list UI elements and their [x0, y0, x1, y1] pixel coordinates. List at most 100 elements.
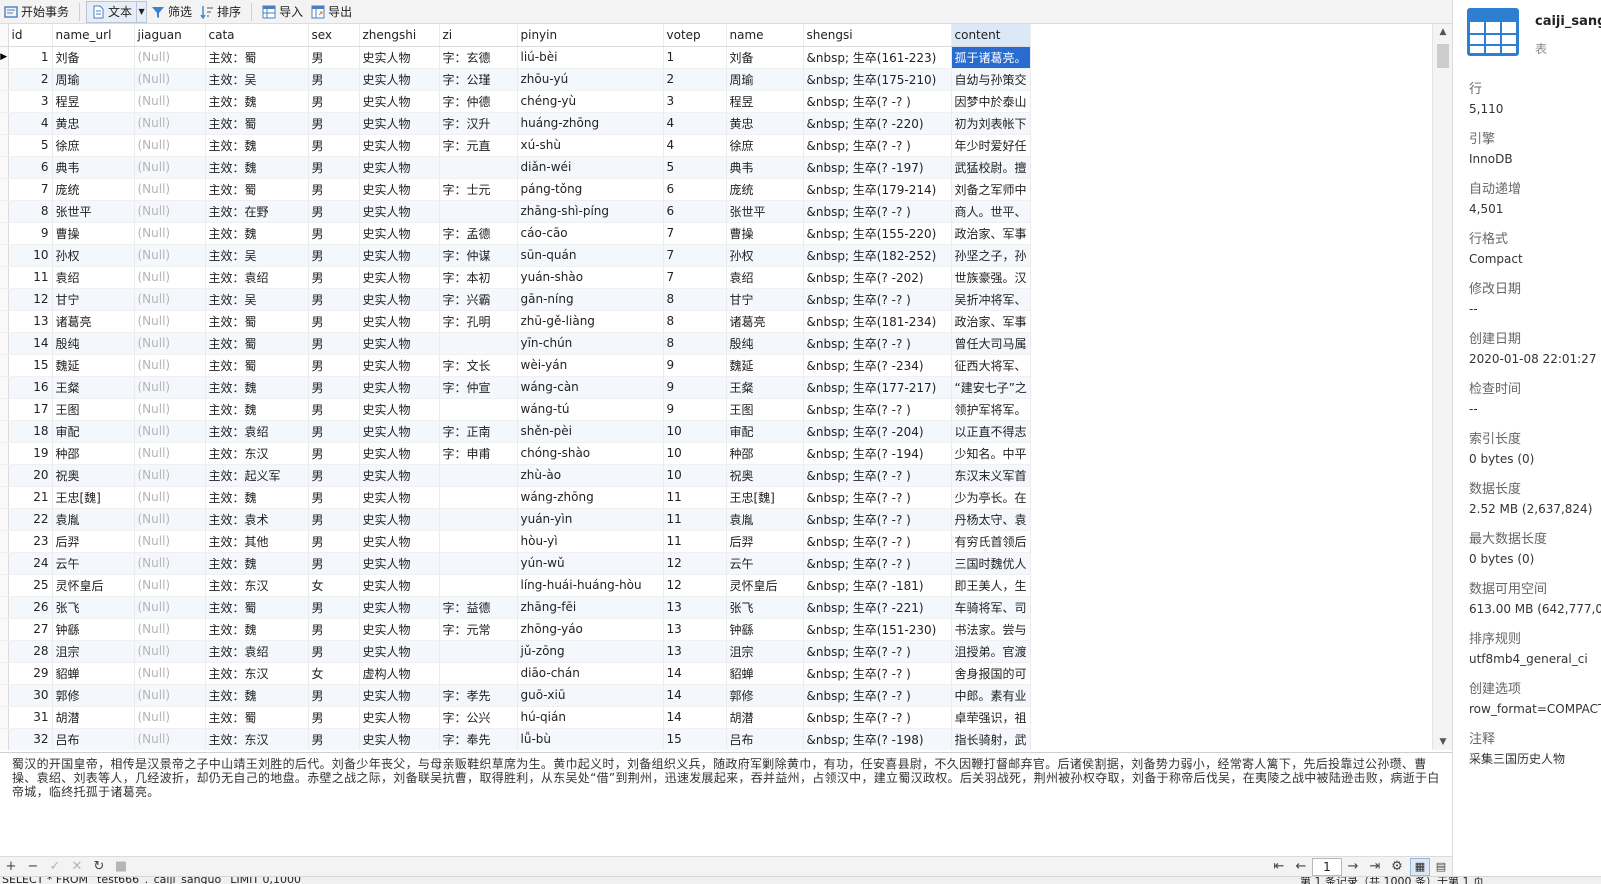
cell-pinyin[interactable]: wáng-zhōng [517, 486, 664, 509]
cell-shengsi[interactable]: &nbsp; 生卒(? -194) [803, 442, 952, 465]
cell-sex[interactable]: 男 [308, 398, 360, 421]
column-header-zi[interactable]: zi [439, 24, 518, 47]
cell-id[interactable]: 20 [8, 464, 53, 487]
cell-content[interactable]: 吴折冲将军、 [951, 288, 1031, 311]
cell-jiaguan[interactable]: (Null) [134, 442, 206, 465]
cell-shengsi[interactable]: &nbsp; 生卒(? -? ) [803, 508, 952, 531]
cell-cata[interactable]: 主效：蜀 [205, 332, 309, 355]
cell-cata[interactable]: 主效：蜀 [205, 46, 309, 69]
cell-zi[interactable]: 字：公兴 [439, 706, 518, 729]
cell-sex[interactable]: 女 [308, 574, 360, 597]
table-row[interactable]: 18 审配 (Null) 主效：袁绍男史实人物 字：正南 shěn-pèi 10 审配 &nbs… [0, 420, 1031, 443]
column-header-content[interactable]: content [951, 24, 1031, 47]
cell-zhengshi[interactable]: 史实人物 [359, 288, 440, 311]
cell-zhengshi[interactable]: 史实人物 [359, 552, 440, 575]
cell-content[interactable]: 少知名。中平 [951, 442, 1031, 465]
cell-id[interactable]: 12 [8, 288, 53, 311]
cell-id[interactable]: 29 [8, 662, 53, 685]
cell-sex[interactable]: 男 [308, 508, 360, 531]
table-row[interactable]: 22 袁胤 (Null) 主效：袁术男史实人物 yuán-yìn 11 袁胤 &nbsp; 生… [0, 508, 1031, 531]
cell-name-url[interactable]: 胡潜 [52, 706, 135, 729]
cell-zi[interactable]: 字：仲谋 [439, 244, 518, 267]
cell-zhengshi[interactable]: 史实人物 [359, 706, 440, 729]
cell-cata[interactable]: 主效：蜀 [205, 596, 309, 619]
cell-name[interactable]: 曹操 [726, 222, 804, 245]
cell-name-url[interactable]: 郭修 [52, 684, 135, 707]
cell-shengsi[interactable]: &nbsp; 生卒(155-220) [803, 222, 952, 245]
cell-cata[interactable]: 主效：魏 [205, 486, 309, 509]
cell-jiaguan[interactable]: (Null) [134, 398, 206, 421]
cell-name[interactable]: 殷纯 [726, 332, 804, 355]
cell-jiaguan[interactable]: (Null) [134, 684, 206, 707]
cell-shengsi[interactable]: &nbsp; 生卒(181-234) [803, 310, 952, 333]
cell-jiaguan[interactable]: (Null) [134, 486, 206, 509]
table-row[interactable]: 31 胡潜 (Null) 主效：蜀男史实人物 字：公兴 hú-qián 14 胡潜 &nbsp;… [0, 706, 1031, 729]
row-indicator[interactable] [0, 684, 9, 707]
table-row[interactable]: 28 沮宗 (Null) 主效：袁绍男史实人物 jǔ-zōng 13 沮宗 &nbsp; 生卒… [0, 640, 1031, 663]
cell-jiaguan[interactable]: (Null) [134, 134, 206, 157]
apply-changes-icon[interactable]: ✓ [44, 857, 66, 877]
cell-zi[interactable]: 字：本初 [439, 266, 518, 289]
cell-detail-pane[interactable]: 蜀汉的开国皇帝，相传是汉景帝之子中山靖王刘胜的后代。刘备少年丧父，与母亲贩鞋织草… [0, 752, 1452, 856]
cell-zhengshi[interactable]: 史实人物 [359, 420, 440, 443]
cell-content[interactable]: 武猛校尉。擅 [951, 156, 1031, 179]
cell-sex[interactable]: 男 [308, 332, 360, 355]
cell-sex[interactable]: 男 [308, 200, 360, 223]
cell-content[interactable]: 初为刘表帐下 [951, 112, 1031, 135]
cell-sex[interactable]: 男 [308, 178, 360, 201]
row-indicator[interactable] [0, 112, 9, 135]
cell-id[interactable]: 28 [8, 640, 53, 663]
cell-votep[interactable]: 6 [663, 178, 727, 201]
cell-zi[interactable] [439, 332, 518, 355]
row-indicator[interactable]: ▶ [0, 46, 9, 69]
table-row[interactable]: 16 王粲 (Null) 主效：魏男史实人物 字：仲宣 wáng-càn 9 王粲 &nbsp;… [0, 376, 1031, 399]
cell-pinyin[interactable]: liú-bèi [517, 46, 664, 69]
cell-content[interactable]: 卓荦强识，祖 [951, 706, 1031, 729]
table-row[interactable]: 27 钟繇 (Null) 主效：魏男史实人物 字：元常 zhōng-yáo 13 钟繇 &nbs… [0, 618, 1031, 641]
cell-zhengshi[interactable]: 虚构人物 [359, 662, 440, 685]
cell-zi[interactable]: 字：兴霸 [439, 288, 518, 311]
cell-name-url[interactable]: 沮宗 [52, 640, 135, 663]
cell-sex[interactable]: 男 [308, 354, 360, 377]
cell-pinyin[interactable]: zhōng-yáo [517, 618, 664, 641]
cell-pinyin[interactable]: guō-xiū [517, 684, 664, 707]
cell-shengsi[interactable]: &nbsp; 生卒(177-217) [803, 376, 952, 399]
cell-cata[interactable]: 主效：蜀 [205, 310, 309, 333]
cell-id[interactable]: 5 [8, 134, 53, 157]
cell-votep[interactable]: 10 [663, 464, 727, 487]
cell-votep[interactable]: 6 [663, 200, 727, 223]
cell-votep[interactable]: 9 [663, 354, 727, 377]
cell-name-url[interactable]: 袁绍 [52, 266, 135, 289]
cell-zhengshi[interactable]: 史实人物 [359, 486, 440, 509]
cell-content[interactable]: 领护军将军。 [951, 398, 1031, 421]
row-indicator[interactable] [0, 266, 9, 289]
cell-id[interactable]: 17 [8, 398, 53, 421]
cell-pinyin[interactable]: hòu-yì [517, 530, 664, 553]
row-indicator[interactable] [0, 662, 9, 685]
cell-zi[interactable] [439, 574, 518, 597]
row-indicator[interactable] [0, 178, 9, 201]
cell-shengsi[interactable]: &nbsp; 生卒(? -198) [803, 728, 952, 750]
row-indicator[interactable] [0, 596, 9, 619]
last-page-icon[interactable]: ⇥ [1364, 857, 1386, 877]
column-header-votep[interactable]: votep [663, 24, 727, 47]
cell-zi[interactable]: 字：正南 [439, 420, 518, 443]
cell-cata[interactable]: 主效：蜀 [205, 354, 309, 377]
table-row[interactable]: 9 曹操 (Null) 主效：魏男史实人物 字：孟德 cáo-cāo 7 曹操 &nbsp; 生… [0, 222, 1031, 245]
cell-name[interactable]: 张飞 [726, 596, 804, 619]
cell-sex[interactable]: 男 [308, 420, 360, 443]
cell-id[interactable]: 16 [8, 376, 53, 399]
cell-name-url[interactable]: 殷纯 [52, 332, 135, 355]
cell-cata[interactable]: 主效：起义军 [205, 464, 309, 487]
row-indicator[interactable] [0, 530, 9, 553]
cell-content[interactable]: 舍身报国的可 [951, 662, 1031, 685]
table-row[interactable]: 25 灵怀皇后 (Null) 主效：东汉女史实人物 líng-huái-huáng-hò… [0, 574, 1031, 597]
cell-pinyin[interactable]: yún-wǔ [517, 552, 664, 575]
cell-content[interactable]: 三国时魏优人 [951, 552, 1031, 575]
cell-zi[interactable] [439, 464, 518, 487]
cell-sex[interactable]: 男 [308, 728, 360, 750]
cell-id[interactable]: 22 [8, 508, 53, 531]
cell-sex[interactable]: 男 [308, 530, 360, 553]
cell-pinyin[interactable]: zhāng-fēi [517, 596, 664, 619]
cell-content[interactable]: “建安七子”之 [951, 376, 1031, 399]
